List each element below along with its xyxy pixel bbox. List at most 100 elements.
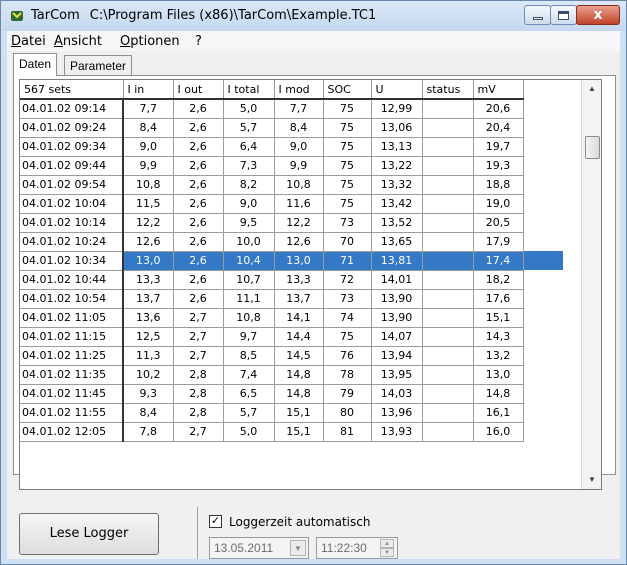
table-cell[interactable]: 14,8 (274, 365, 324, 385)
table-cell[interactable]: 6,5 (223, 384, 275, 404)
table-cell[interactable] (422, 137, 474, 157)
table-cell[interactable]: 12,6 (123, 232, 174, 252)
scrollbar-thumb[interactable] (585, 136, 600, 159)
table-cell[interactable]: 20,5 (473, 213, 524, 233)
table-row[interactable]: 04.01.02 11:45 9,3 2,8 6,5 14,8 79 14,03 14,8 (20, 384, 563, 404)
column-header[interactable]: SOC (323, 80, 372, 100)
table-cell[interactable]: 5,7 (223, 118, 275, 138)
table-cell[interactable] (422, 99, 474, 119)
table-cell[interactable]: 2,6 (173, 251, 224, 271)
table-cell[interactable]: 12,99 (371, 99, 423, 119)
table-cell[interactable]: 16,0 (473, 422, 524, 442)
table-cell[interactable]: 73 (323, 289, 372, 309)
table-cell[interactable]: 10,8 (223, 308, 275, 328)
tarcom-app-icon[interactable] (9, 8, 25, 24)
table-cell[interactable]: 5,0 (223, 99, 275, 119)
chevron-down-icon[interactable]: ▼ (290, 540, 306, 556)
table-cell[interactable]: 9,7 (223, 327, 275, 347)
table-cell[interactable]: 14,01 (371, 270, 423, 290)
table-cell[interactable] (422, 365, 474, 385)
table-cell[interactable]: 14,07 (371, 327, 423, 347)
row-timestamp[interactable]: 04.01.02 11:45 (20, 384, 124, 404)
table-cell[interactable]: 8,2 (223, 175, 275, 195)
table-cell[interactable]: 75 (323, 118, 372, 138)
table-cell[interactable] (422, 422, 474, 442)
table-row[interactable]: 04.01.02 09:34 9,0 2,6 6,4 9,0 75 13,13 19,7 (20, 137, 563, 157)
row-timestamp[interactable]: 04.01.02 11:25 (20, 346, 124, 366)
table-cell[interactable] (422, 384, 474, 404)
table-cell[interactable] (422, 175, 474, 195)
table-cell[interactable]: 14,5 (274, 346, 324, 366)
row-timestamp[interactable]: 04.01.02 10:04 (20, 194, 124, 214)
spinner-icon[interactable]: ▲ ▼ (380, 539, 394, 557)
table-cell[interactable]: 75 (323, 99, 372, 119)
table-cell[interactable]: 9,5 (223, 213, 275, 233)
table-cell[interactable]: 7,3 (223, 156, 275, 176)
table-cell[interactable]: 20,4 (473, 118, 524, 138)
table-cell[interactable]: 8,4 (274, 118, 324, 138)
title-bar[interactable]: TarCom C:\Program Files (x86)\TarCom\Exam… (1, 1, 626, 31)
table-cell[interactable]: 2,6 (173, 175, 224, 195)
column-header[interactable]: U (371, 80, 423, 100)
table-cell[interactable] (422, 346, 474, 366)
table-cell[interactable]: 19,3 (473, 156, 524, 176)
table-cell[interactable]: 72 (323, 270, 372, 290)
table-row[interactable]: 04.01.02 11:15 12,5 2,7 9,7 14,4 75 14,07 14,3 (20, 327, 563, 347)
table-cell[interactable]: 13,06 (371, 118, 423, 138)
table-cell[interactable]: 6,4 (223, 137, 275, 157)
table-cell[interactable]: 9,3 (123, 384, 174, 404)
table-cell[interactable] (422, 289, 474, 309)
table-cell[interactable]: 13,2 (473, 346, 524, 366)
table-cell[interactable]: 13,94 (371, 346, 423, 366)
table-cell[interactable]: 78 (323, 365, 372, 385)
row-timestamp[interactable]: 04.01.02 11:55 (20, 403, 124, 423)
table-cell[interactable]: 2,6 (173, 232, 224, 252)
row-timestamp[interactable]: 04.01.02 11:05 (20, 308, 124, 328)
table-row[interactable]: 04.01.02 10:54 13,7 2,6 11,1 13,7 73 13,90 17,6 (20, 289, 563, 309)
table-row[interactable]: 04.01.02 09:24 8,4 2,6 5,7 8,4 75 13,06 20,4 (20, 118, 563, 138)
scroll-down-arrow-icon[interactable]: ▼ (582, 471, 601, 488)
table-cell[interactable]: 15,1 (274, 403, 324, 423)
table-cell[interactable]: 12,2 (274, 213, 324, 233)
table-cell[interactable]: 7,7 (274, 99, 324, 119)
row-timestamp[interactable]: 04.01.02 10:34 (20, 251, 124, 271)
table-cell[interactable]: 2,6 (173, 194, 224, 214)
table-cell[interactable]: 13,96 (371, 403, 423, 423)
table-cell[interactable]: 2,6 (173, 156, 224, 176)
table-cell[interactable]: 12,2 (123, 213, 174, 233)
table-cell[interactable]: 13,3 (123, 270, 174, 290)
table-cell[interactable]: 13,95 (371, 365, 423, 385)
table-cell[interactable]: 2,6 (173, 289, 224, 309)
row-timestamp[interactable]: 04.01.02 11:35 (20, 365, 124, 385)
table-cell[interactable]: 74 (323, 308, 372, 328)
table-cell[interactable]: 8,5 (223, 346, 275, 366)
table-cell[interactable]: 71 (323, 251, 372, 271)
table-cell[interactable]: 7,4 (223, 365, 275, 385)
tab-daten[interactable]: Daten (13, 53, 58, 76)
column-header[interactable]: status (422, 80, 474, 100)
row-timestamp[interactable]: 04.01.02 10:24 (20, 232, 124, 252)
table-cell[interactable]: 73 (323, 213, 372, 233)
spin-down-icon[interactable]: ▼ (380, 548, 394, 557)
table-cell[interactable]: 2,6 (173, 99, 224, 119)
table-cell[interactable]: 13,6 (123, 308, 174, 328)
table-cell[interactable]: 75 (323, 327, 372, 347)
table-cell[interactable]: 14,4 (274, 327, 324, 347)
table-cell[interactable]: 18,8 (473, 175, 524, 195)
table-cell[interactable] (422, 232, 474, 252)
table-row[interactable]: 04.01.02 09:44 9,9 2,6 7,3 9,9 75 13,22 19,3 (20, 156, 563, 176)
table-cell[interactable]: 10,0 (223, 232, 275, 252)
column-header[interactable]: I total (223, 80, 275, 100)
row-timestamp[interactable]: 04.01.02 11:15 (20, 327, 124, 347)
table-cell[interactable]: 2,7 (173, 327, 224, 347)
table-cell[interactable]: 18,2 (473, 270, 524, 290)
table-cell[interactable]: 13,90 (371, 289, 423, 309)
column-header[interactable]: I mod (274, 80, 324, 100)
auto-time-checkbox[interactable]: ✓ (209, 515, 222, 528)
table-row[interactable]: 04.01.02 11:05 13,6 2,7 10,8 14,1 74 13,90 15,1 (20, 308, 563, 328)
menu-datei[interactable]: Datei (11, 34, 46, 49)
table-cell[interactable]: 75 (323, 194, 372, 214)
read-logger-button[interactable]: Lese Logger (19, 513, 159, 555)
row-timestamp[interactable]: 04.01.02 09:54 (20, 175, 124, 195)
table-cell[interactable]: 8,4 (123, 403, 174, 423)
